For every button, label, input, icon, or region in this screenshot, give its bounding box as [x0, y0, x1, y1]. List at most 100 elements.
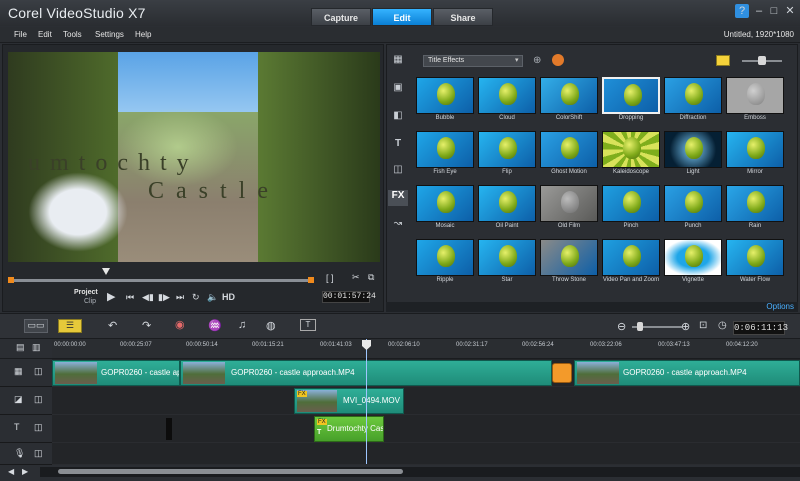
volume-icon[interactable]: 🔈 — [207, 292, 218, 303]
preview-window[interactable]: u m t o c h t y C a s t l e — [8, 52, 380, 262]
scrub-track[interactable] — [8, 279, 314, 282]
effect-thumb-star[interactable]: Star — [476, 237, 538, 287]
effect-thumb-dropping[interactable]: Dropping — [600, 75, 662, 125]
effect-thumb-cloud[interactable]: Cloud — [476, 75, 538, 125]
scroll-left-icon[interactable]: ◀ — [8, 467, 14, 476]
prev-frame-icon[interactable]: ◀▮ — [142, 292, 154, 303]
redo-icon[interactable]: ↷ — [142, 319, 151, 332]
zoom-out-icon[interactable]: ⊖ — [617, 320, 626, 333]
title-clip[interactable]: FX T Drumtochty Cas — [314, 416, 384, 442]
overlay-track[interactable]: FX MVI_0494.MOV — [52, 387, 800, 415]
fit-project-icon[interactable]: ⊡ — [699, 320, 707, 331]
overlay-clip[interactable]: FX MVI_0494.MOV — [294, 388, 404, 414]
chevron-down-icon[interactable]: ▾ — [515, 56, 519, 64]
menu-file[interactable]: File — [14, 30, 27, 39]
effect-thumb-throw-stone[interactable]: Throw Stone — [538, 237, 600, 287]
undo-icon[interactable]: ↶ — [108, 319, 117, 332]
effect-thumb-light[interactable]: Light — [662, 129, 724, 179]
effect-thumb-video-pan-and-zoom[interactable]: Video Pan and Zoom — [600, 237, 662, 287]
playhead[interactable] — [366, 339, 367, 464]
options-button[interactable]: Options — [766, 302, 794, 311]
trim-end-marker[interactable] — [308, 277, 314, 283]
menu-help[interactable]: Help — [135, 30, 151, 39]
next-frame-icon[interactable]: ▮▶ — [158, 292, 170, 303]
title-track[interactable]: FX T Drumtochty Cas — [52, 415, 800, 443]
effect-thumb-bubble[interactable]: Bubble — [414, 75, 476, 125]
voice-track[interactable] — [52, 443, 800, 465]
auto-music-icon[interactable]: ♫ — [238, 319, 246, 331]
title-icon[interactable]: T — [388, 138, 408, 154]
timeline-timecode[interactable]: 0:06:11:13 — [733, 321, 788, 335]
effect-thumb-vignette[interactable]: Vignette — [662, 237, 724, 287]
track-visibility-icon[interactable]: ◫ — [34, 366, 43, 377]
mark-in-out-icon[interactable]: [ ] — [326, 273, 334, 283]
add-to-library-icon[interactable]: ⊕ — [533, 55, 541, 66]
video-clip-3[interactable]: GOPR0260 - castle approach.MP4 — [574, 360, 800, 386]
effect-thumb-punch[interactable]: Punch — [662, 183, 724, 233]
timeline-scrollbar[interactable] — [40, 467, 800, 477]
media-icon[interactable]: ▦ — [388, 54, 408, 70]
effect-thumb-fish-eye[interactable]: Fish Eye — [414, 129, 476, 179]
title-marker[interactable] — [166, 418, 172, 440]
hd-button[interactable]: HD — [222, 292, 235, 302]
instant-project-icon[interactable]: ▣ — [388, 82, 408, 98]
clip-mode-label[interactable]: Clip — [84, 298, 96, 305]
menu-tools[interactable]: Tools — [63, 30, 82, 39]
tab-share[interactable]: Share — [433, 8, 493, 26]
chapter-point-icon[interactable]: ▥ — [32, 342, 41, 353]
effect-thumb-old-film[interactable]: Old Film — [538, 183, 600, 233]
scrollbar-thumb[interactable] — [58, 469, 403, 474]
effect-thumb-ripple[interactable]: Ripple — [414, 237, 476, 287]
title-track-header[interactable]: T ◫ — [0, 415, 52, 443]
effect-thumb-mirror[interactable]: Mirror — [724, 129, 786, 179]
sound-mixer-icon[interactable]: ♒ — [208, 319, 222, 332]
preview-timecode[interactable]: 00:01:57:24 — [322, 291, 376, 303]
copy-icon[interactable]: ⧉ — [368, 272, 374, 283]
effect-thumb-colorshift[interactable]: ColorShift — [538, 75, 600, 125]
trim-start-marker[interactable] — [8, 277, 14, 283]
voice-track-header[interactable]: 🎙 ◫ — [0, 443, 52, 465]
effect-thumb-flip[interactable]: Flip — [476, 129, 538, 179]
category-dropdown[interactable]: Title Effects — [423, 55, 523, 67]
tab-edit[interactable]: Edit — [372, 8, 432, 26]
overlay-track-header[interactable]: ◪ ◫ — [0, 387, 52, 415]
minimize-icon[interactable]: – — [752, 4, 766, 18]
subtitle-editor-icon[interactable]: T — [300, 319, 316, 331]
repeat-icon[interactable]: ↻ — [192, 292, 200, 303]
view-options-icon[interactable] — [716, 55, 730, 66]
scrubber[interactable] — [8, 268, 314, 283]
effect-thumb-rain[interactable]: Rain — [724, 183, 786, 233]
timeline-view-icon[interactable]: ☰ — [58, 319, 82, 333]
effect-thumb-water-flow[interactable]: Water Flow — [724, 237, 786, 287]
track-visibility-icon[interactable]: ◫ — [34, 448, 43, 459]
project-mode-label[interactable]: Project — [74, 289, 98, 296]
menu-edit[interactable]: Edit — [38, 30, 52, 39]
scissors-icon[interactable]: ✂ — [352, 272, 360, 283]
scroll-right-icon[interactable]: ▶ — [22, 467, 28, 476]
tab-capture[interactable]: Capture — [311, 8, 371, 26]
home-icon[interactable]: ⏮ — [126, 292, 134, 303]
scrub-handle[interactable] — [102, 268, 110, 275]
thumbnail-size-handle[interactable] — [758, 56, 766, 65]
zoom-slider-handle[interactable] — [637, 322, 643, 331]
video-track-header[interactable]: ▦ ◫ — [0, 359, 52, 387]
effect-thumb-mosaic[interactable]: Mosaic — [414, 183, 476, 233]
effect-thumb-kaleidoscope[interactable]: Kaleidoscope — [600, 129, 662, 179]
video-track[interactable]: GOPR0260 - castle appro GOPR0260 - castl… — [52, 359, 800, 387]
motion-tracking-icon[interactable]: ◍ — [266, 319, 276, 332]
transition-icon[interactable] — [552, 363, 572, 383]
zoom-in-icon[interactable]: ⊕ — [681, 320, 690, 333]
get-more-icon[interactable] — [552, 54, 564, 66]
graphic-icon[interactable]: ◫ — [388, 164, 408, 180]
effect-thumb-diffraction[interactable]: Diffraction — [662, 75, 724, 125]
record-capture-icon[interactable]: ◉ — [175, 318, 185, 331]
menu-settings[interactable]: Settings — [95, 30, 124, 39]
track-visibility-icon[interactable]: ◫ — [34, 394, 43, 405]
storyboard-view-icon[interactable]: ▭▭ — [24, 319, 48, 333]
effect-thumb-ghost-motion[interactable]: Ghost Motion — [538, 129, 600, 179]
effect-thumb-emboss[interactable]: Emboss — [724, 75, 786, 125]
track-manager-icon[interactable]: ▤ — [16, 342, 25, 353]
path-icon[interactable]: ↝ — [388, 218, 408, 234]
close-icon[interactable]: ✕ — [783, 4, 797, 18]
end-icon[interactable]: ⏭ — [176, 292, 184, 303]
